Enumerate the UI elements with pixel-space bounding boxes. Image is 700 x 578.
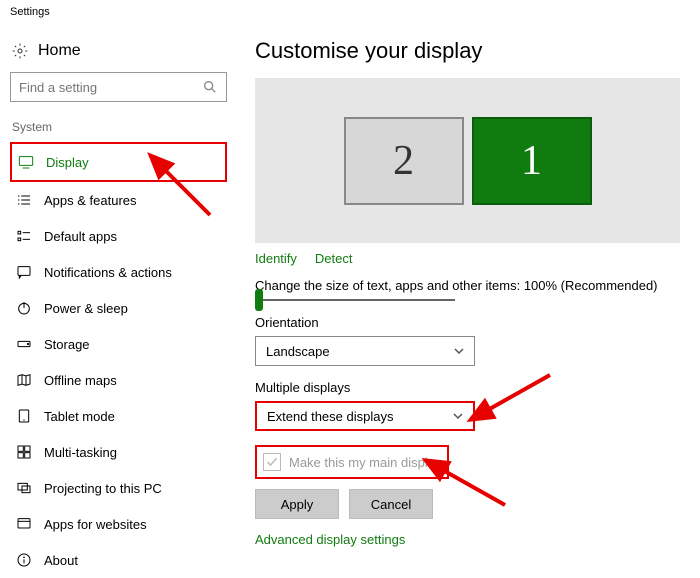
power-icon — [16, 300, 32, 316]
search-box[interactable] — [10, 72, 227, 102]
about-icon — [16, 552, 32, 568]
maps-icon — [16, 372, 32, 388]
sidebar-item-default[interactable]: Default apps — [10, 218, 227, 254]
sidebar-item-power[interactable]: Power & sleep — [10, 290, 227, 326]
cancel-button[interactable]: Cancel — [349, 489, 433, 519]
home-nav[interactable]: Home — [10, 34, 227, 72]
scale-slider[interactable] — [255, 299, 455, 301]
multiple-displays-dropdown[interactable]: Extend these displays — [255, 401, 475, 431]
checkbox-icon — [263, 453, 281, 471]
sidebar-item-label: Notifications & actions — [44, 265, 221, 280]
multitasking-icon — [16, 444, 32, 460]
page-title: Customise your display — [255, 38, 680, 64]
window-title: Settings — [0, 0, 700, 24]
monitor-2[interactable]: 2 — [344, 117, 464, 205]
sidebar-item-projecting[interactable]: Projecting to this PC — [10, 470, 227, 506]
monitor-1[interactable]: 1 — [472, 117, 592, 205]
sidebar-item-label: Default apps — [44, 229, 221, 244]
search-icon — [202, 79, 218, 95]
tablet-icon — [16, 408, 32, 424]
display-icon — [18, 154, 34, 170]
sidebar-item-notifications[interactable]: Notifications & actions — [10, 254, 227, 290]
notifications-icon — [16, 264, 32, 280]
sidebar-item-about[interactable]: About — [10, 542, 227, 578]
storage-icon — [16, 336, 32, 352]
section-heading: System — [10, 116, 227, 142]
main-content: Customise your display 21 Identify Detec… — [237, 24, 700, 578]
sidebar-item-label: Display — [46, 155, 219, 170]
orientation-value: Landscape — [266, 344, 330, 359]
sidebar-item-label: About — [44, 553, 221, 568]
sidebar-item-label: Storage — [44, 337, 221, 352]
apply-button[interactable]: Apply — [255, 489, 339, 519]
websites-icon — [16, 516, 32, 532]
chevron-down-icon — [454, 346, 464, 356]
orientation-label: Orientation — [255, 315, 680, 330]
sidebar-item-storage[interactable]: Storage — [10, 326, 227, 362]
advanced-settings-link[interactable]: Advanced display settings — [255, 532, 405, 547]
sidebar-item-label: Offline maps — [44, 373, 221, 388]
main-display-checkbox-row: Make this my main display — [255, 445, 449, 479]
sidebar-item-label: Projecting to this PC — [44, 481, 221, 496]
multiple-displays-label: Multiple displays — [255, 380, 680, 395]
sidebar-item-websites[interactable]: Apps for websites — [10, 506, 227, 542]
search-input[interactable] — [19, 80, 202, 95]
sidebar-item-apps[interactable]: Apps & features — [10, 182, 227, 218]
multiple-displays-value: Extend these displays — [267, 409, 393, 424]
sidebar-item-label: Apps for websites — [44, 517, 221, 532]
home-label: Home — [38, 42, 81, 60]
sidebar-item-multitasking[interactable]: Multi-tasking — [10, 434, 227, 470]
apps-icon — [16, 192, 32, 208]
sidebar-item-tablet[interactable]: Tablet mode — [10, 398, 227, 434]
sidebar-item-label: Power & sleep — [44, 301, 221, 316]
scale-label: Change the size of text, apps and other … — [255, 278, 680, 293]
display-preview[interactable]: 21 — [255, 78, 680, 243]
default-apps-icon — [16, 228, 32, 244]
chevron-down-icon — [453, 411, 463, 421]
sidebar: Home System Display Apps & features Defaul… — [0, 24, 237, 578]
sidebar-item-label: Multi-tasking — [44, 445, 221, 460]
identify-link[interactable]: Identify — [255, 251, 297, 266]
sidebar-item-display[interactable]: Display — [10, 142, 227, 182]
detect-link[interactable]: Detect — [315, 251, 353, 266]
sidebar-item-label: Apps & features — [44, 193, 221, 208]
main-display-label: Make this my main display — [289, 455, 441, 470]
orientation-dropdown[interactable]: Landscape — [255, 336, 475, 366]
sidebar-item-label: Tablet mode — [44, 409, 221, 424]
projecting-icon — [16, 480, 32, 496]
slider-thumb[interactable] — [255, 289, 263, 311]
sidebar-item-maps[interactable]: Offline maps — [10, 362, 227, 398]
gear-icon — [12, 43, 28, 59]
